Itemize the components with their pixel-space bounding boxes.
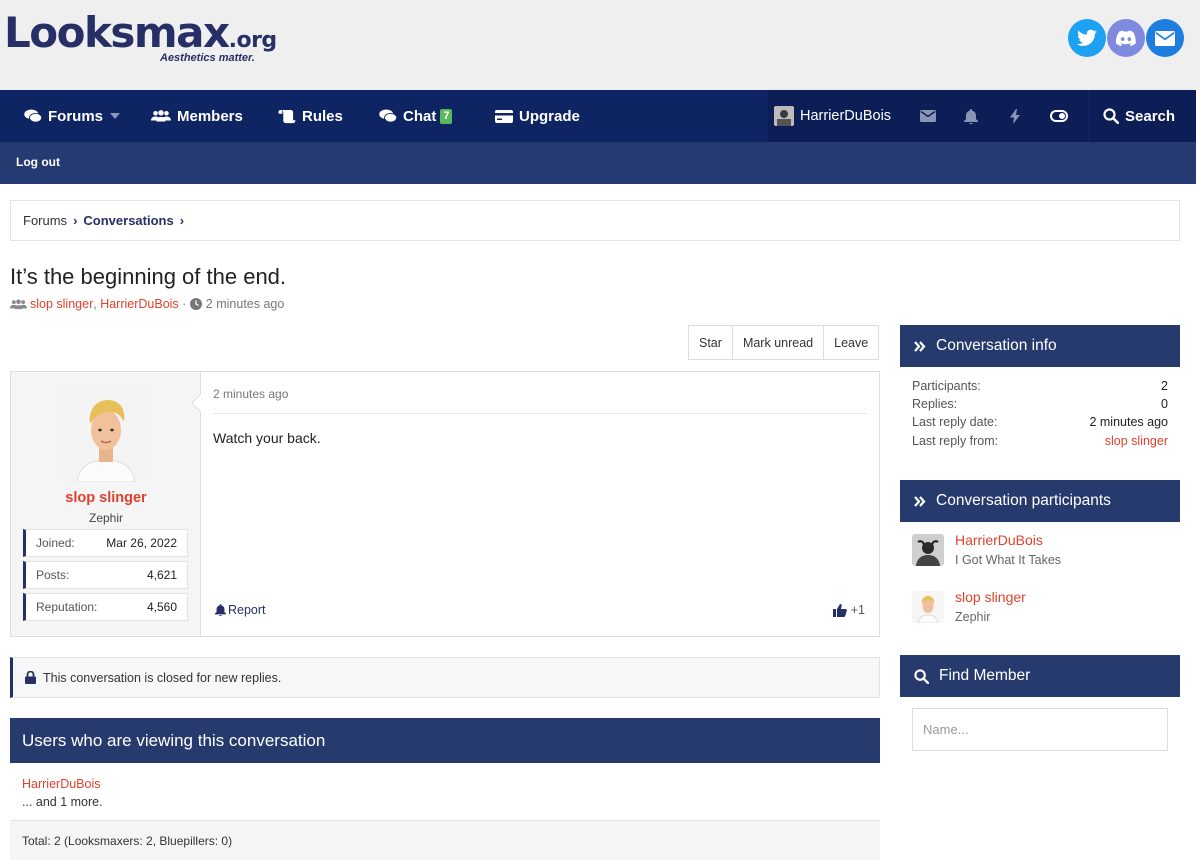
conversation-actions: Star Mark unread Leave [688,325,880,360]
sub-nav: Log out [0,142,1196,184]
participant-item: HarrierDuBois I Got What It Takes [912,532,1172,572]
find-member-input[interactable] [912,708,1168,751]
message-author[interactable]: slop slinger [11,490,201,506]
message-text: Watch your back. [213,430,321,446]
twitter-icon[interactable] [1068,19,1106,57]
nav-members[interactable]: Members [151,90,243,142]
comments-icon [24,109,42,123]
chevron-right-icon: › [73,213,78,228]
find-member-header: Find Member [900,655,1180,697]
star-button[interactable]: Star [689,326,733,359]
participants-header: Conversation participants [900,480,1180,522]
avatar [774,106,794,126]
last-reply-user-link[interactable]: slop slinger [1105,434,1168,448]
nav-search[interactable]: Search [1090,90,1196,142]
info-last-reply-date: Last reply date: 2 minutes ago [912,415,1168,429]
discord-icon[interactable] [1107,19,1145,57]
breadcrumb-forums[interactable]: Forums [23,213,67,228]
bolt-icon[interactable] [1010,90,1026,142]
chevron-down-icon[interactable] [110,90,126,142]
search-icon [914,668,929,684]
users-icon [151,110,171,122]
leave-button[interactable]: Leave [824,326,879,359]
message-date[interactable]: 2 minutes ago [213,387,288,401]
info-replies: Replies: 0 [912,397,1168,411]
like-button[interactable]: +1 [832,603,865,617]
mark-unread-button[interactable]: Mark unread [732,326,825,359]
participant-link[interactable]: slop slinger [30,297,93,311]
avatar[interactable] [912,591,944,623]
credit-card-icon [495,109,513,123]
message-user-title: Zephir [88,511,123,525]
page-title: It’s the beginning of the end. [10,264,287,289]
avatar[interactable] [912,534,944,566]
users-icon [10,298,27,309]
stat-posts: Posts: 4,621 [23,561,188,589]
main-nav: Forums Members Rules Chat 7 Upgrade Harr… [0,90,1196,142]
viewer-link[interactable]: HarrierDuBois [22,777,101,791]
stat-joined: Joined: Mar 26, 2022 [23,529,188,557]
conversation-time: 2 minutes ago [205,297,285,311]
stat-reputation: Reputation: 4,560 [23,593,188,621]
logout-link[interactable]: Log out [16,155,60,169]
conversation-meta: slop slinger, HarrierDuBois · 2 minutes … [10,297,284,311]
participant-title: Zephir [955,610,991,624]
info-last-reply-from: Last reply from: slop slinger [912,434,1168,448]
viewers-list: HarrierDuBois ... and 1 more. Total: 2 (… [10,763,880,860]
search-icon [1103,108,1119,124]
breadcrumb: Forums › Conversations › [10,200,1180,241]
thumbs-up-icon [832,603,847,617]
message-user-panel: slop slinger Zephir Joined: Mar 26, 2022 … [11,372,201,636]
site-header: Looksmax.org Aesthetics matter. [0,0,1200,90]
avatar[interactable] [57,384,155,482]
participant-item: slop slinger Zephir [912,589,1172,629]
double-chevron-right-icon [914,495,926,507]
envelope-icon[interactable] [920,90,942,142]
site-logo[interactable]: Looksmax.org Aesthetics matter. [4,10,277,70]
participant-link[interactable]: HarrierDuBois [100,297,179,311]
chat-icon [379,109,397,123]
clock-icon [189,298,202,310]
breadcrumb-conversations[interactable]: Conversations [83,213,173,228]
viewer-more: ... and 1 more. [22,795,103,809]
conversation-info-header: Conversation info [900,325,1180,367]
email-icon[interactable] [1146,19,1184,57]
scroll-icon [278,109,296,123]
report-button[interactable]: Report [215,603,266,617]
nav-upgrade[interactable]: Upgrade [495,90,580,142]
participant-name[interactable]: slop slinger [955,589,1026,605]
toggle-icon[interactable] [1050,90,1074,142]
nav-forums[interactable]: Forums [24,90,103,142]
bell-icon [215,604,226,616]
info-participants: Participants: 2 [912,379,1168,393]
closed-notice: This conversation is closed for new repl… [10,657,880,698]
message-body: 2 minutes ago Watch your back. Report +1 [201,372,879,636]
nav-rules[interactable]: Rules [278,90,343,142]
viewers-header: Users who are viewing this conversation [10,718,880,763]
site-tagline: Aesthetics matter. [160,52,255,64]
user-nav-group: HarrierDuBois [768,90,1088,142]
double-chevron-right-icon [914,340,926,352]
chat-count-badge: 7 [440,108,453,124]
nav-chat[interactable]: Chat 7 [379,90,453,142]
chevron-right-icon: › [179,213,185,228]
lock-icon [25,671,36,684]
user-menu[interactable]: HarrierDuBois [774,90,891,142]
participant-name[interactable]: HarrierDuBois [955,532,1043,548]
viewers-total: Total: 2 (Looksmaxers: 2, Bluepillers: 0… [10,820,880,860]
bell-icon[interactable] [964,90,984,142]
message: slop slinger Zephir Joined: Mar 26, 2022 … [10,371,880,637]
participant-title: I Got What It Takes [955,553,1062,567]
